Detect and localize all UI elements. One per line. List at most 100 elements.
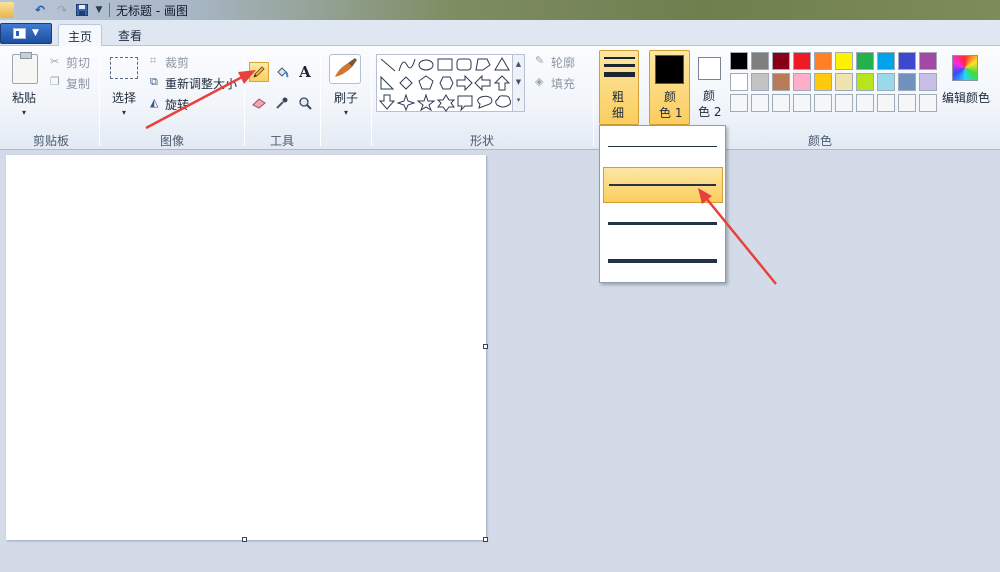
resize-button[interactable]: 重新调整大小 [165,75,237,92]
palette-swatch[interactable] [814,94,832,112]
palette-swatch[interactable] [814,73,832,91]
color1-button[interactable]: 颜 色 1 [649,50,690,125]
group-label-shapes: 形状 [469,134,494,148]
color2-label-line2[interactable]: 色 2 [698,103,721,120]
up-arrow-shape-icon [493,75,511,91]
color1-label-line2: 色 1 [659,106,683,120]
crop-button[interactable]: 裁剪 [165,54,189,71]
palette-swatch[interactable] [772,94,790,112]
palette-swatch[interactable] [814,52,832,70]
palette-swatch[interactable] [730,52,748,70]
save-icon[interactable] [75,2,89,18]
shapes-gallery[interactable] [376,54,513,112]
palette-swatch[interactable] [835,73,853,91]
paste-icon[interactable] [12,52,38,84]
resize-handle-bottom[interactable] [242,537,247,542]
color2-label-line1[interactable]: 颜 [703,87,715,104]
size-option-2[interactable] [603,167,723,203]
palette-swatch[interactable] [772,52,790,70]
undo-icon[interactable]: ↶ [32,2,48,18]
palette-swatch[interactable] [856,94,874,112]
palette-swatch[interactable] [919,94,937,112]
down-arrow-shape-icon [378,94,396,110]
palette-swatch[interactable] [730,73,748,91]
drawing-canvas[interactable] [6,155,486,540]
rotate-icon[interactable]: ◭ [150,97,162,109]
palette-swatch[interactable] [898,52,916,70]
group-divider [593,52,594,146]
palette-swatch[interactable] [856,52,874,70]
oval-shape-icon [418,59,434,71]
outline-button[interactable]: 轮廓 [551,54,575,71]
group-label-image: 图像 [159,134,184,148]
redo-icon[interactable]: ↷ [54,2,70,18]
palette-swatch[interactable] [751,73,769,91]
palette-swatch[interactable] [877,52,895,70]
size-option-1[interactable] [603,129,723,165]
eraser-tool[interactable] [249,93,269,113]
copy-icon[interactable]: ❐ [50,75,60,88]
fill-tool[interactable] [272,62,292,82]
magnifier-tool[interactable] [295,93,315,113]
group-divider [244,52,245,146]
chevron-down-icon[interactable]: ▾ [344,108,348,117]
palette-swatch[interactable] [730,94,748,112]
copy-button[interactable]: 复制 [66,75,90,92]
color1-swatch [655,55,684,84]
group-divider [99,52,100,146]
palette-swatch[interactable] [793,94,811,112]
palette-swatch[interactable] [898,94,916,112]
paint-app-icon[interactable] [0,2,14,18]
tab-view[interactable]: 查看 [112,24,148,46]
palette-swatch[interactable] [793,52,811,70]
color2-swatch [698,57,721,80]
polygon-shape-icon [475,58,491,71]
brushes-button[interactable]: 刷子 [334,89,358,106]
crop-icon[interactable]: ⌗ [150,55,162,67]
palette-swatch[interactable] [751,94,769,112]
resize-handle-right[interactable] [483,344,488,349]
resize-handle-corner[interactable] [483,537,488,542]
color-picker-tool[interactable] [272,93,292,113]
palette-swatch[interactable] [919,52,937,70]
palette-swatch[interactable] [877,73,895,91]
palette-swatch[interactable] [898,73,916,91]
fill-icon[interactable]: ◈ [535,76,547,88]
palette-swatch[interactable] [751,52,769,70]
palette-swatch[interactable] [919,73,937,91]
chevron-down-icon[interactable]: ▾ [22,108,26,117]
palette-swatch[interactable] [877,94,895,112]
paste-button[interactable]: 粘贴 [12,89,36,106]
resize-icon[interactable]: ⧉ [150,76,162,88]
shapes-gallery-scroll[interactable]: ▲ ▼ ▾ [513,54,525,112]
edit-colors-icon[interactable] [952,55,978,81]
size-option-4[interactable] [603,243,723,279]
text-tool[interactable]: A [295,62,315,82]
palette-swatch[interactable] [835,94,853,112]
outline-icon[interactable]: ✎ [535,55,547,67]
size-button[interactable]: 粗 细 [599,50,639,125]
brush-icon[interactable] [329,54,361,84]
palette-swatch[interactable] [835,52,853,70]
diamond-shape-icon [399,76,413,90]
pencil-tool[interactable] [249,62,269,82]
rotate-button[interactable]: 旋转 [165,96,189,113]
size-option-3[interactable] [603,205,723,241]
select-icon[interactable] [110,57,138,79]
paint-menu-button[interactable]: ▼ [0,23,52,44]
edit-colors-button[interactable]: 编辑颜色 [942,89,990,106]
palette-swatch[interactable] [793,73,811,91]
tab-home[interactable]: 主页 [58,24,102,47]
chevron-down-icon[interactable]: ▾ [122,108,126,117]
select-button[interactable]: 选择 [112,89,136,106]
rect-callout-shape-icon [457,95,473,112]
dropdown-arrow-icon[interactable]: ▼ [94,2,104,18]
palette-swatch[interactable] [856,73,874,91]
color1-label-line1: 颜 [664,90,677,104]
fill-button[interactable]: 填充 [551,75,575,92]
palette-swatch[interactable] [772,73,790,91]
cut-button[interactable]: 剪切 [66,54,90,71]
size-label-line2: 细 [612,106,625,120]
rectangle-shape-icon [437,58,453,71]
cut-icon[interactable]: ✂ [50,55,59,68]
